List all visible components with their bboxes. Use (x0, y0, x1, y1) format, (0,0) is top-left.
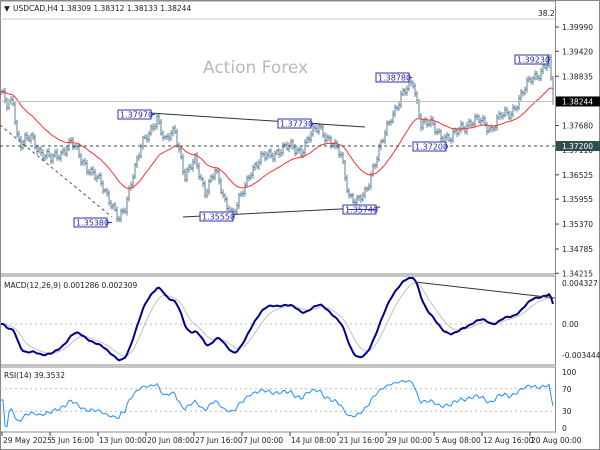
macd-title: MACD(12,26,9) 0.001286 0.002309 (4, 281, 138, 290)
ohlc-readout: 1.38309 1.38312 1.38133 1.38244 (60, 4, 191, 13)
rsi-tick-label: 70 (562, 385, 572, 394)
annotation-label: 1.37970 (120, 111, 153, 120)
price-annotation: 1.38780 (375, 72, 412, 83)
time-tick-label: 29 May 2025 (3, 436, 52, 445)
annotation-label: 1.37730 (280, 120, 313, 129)
time-tick-label: 5 Aug 08:00 (435, 436, 481, 445)
time-tick-label: 20 Jun 08:00 (147, 436, 195, 445)
chart-window: ▼ USDCAD,H4 1.38309 1.38312 1.38133 1.38… (0, 0, 600, 450)
time-tick-label: 21 Jul 16:00 (339, 436, 384, 445)
macd-tick-label: 0.00 (562, 320, 579, 329)
price-tick-label: 1.35370 (562, 220, 593, 229)
price-tick-label: 1.39420 (562, 47, 593, 56)
price-tick-label: 1.35955 (562, 195, 593, 204)
rsi-tick-label: 30 (562, 407, 572, 416)
price-annotation: 1.35380 (73, 217, 112, 228)
time-tick-label: 12 Aug 16:00 (483, 436, 534, 445)
macd-tick-label: 0.004327 (562, 279, 598, 288)
time-tick-label: 5 Jun 16:00 (51, 436, 94, 445)
current-price-label: 1.38244 (562, 97, 593, 106)
price-annotation: 1.37970 (117, 109, 155, 120)
time-tick-label: 13 Jun 00:00 (99, 436, 147, 445)
time-tick-label: 14 Jul 08:00 (291, 436, 336, 445)
watermark-logo: Action Forex (203, 58, 308, 78)
price-tick-label: 1.39990 (562, 23, 593, 32)
time-tick-label: 20 Aug 00:00 (531, 436, 582, 445)
header-arrow-icon[interactable]: ▼ (4, 4, 10, 13)
price-annotation: 1.39230 (514, 54, 550, 65)
support-price-label: 1.37200 (562, 142, 593, 151)
price-annotation: 1.35550 (199, 211, 235, 222)
macd-tick-label: -0.003444 (562, 351, 600, 360)
rsi-tick-label: 100 (562, 368, 577, 377)
symbol-label: USDCAD,H4 (13, 4, 58, 13)
chart-canvas[interactable]: ▼ USDCAD,H4 1.38309 1.38312 1.38133 1.38… (0, 0, 600, 450)
annotation-label: 1.39230 (517, 56, 550, 65)
annotation-label: 1.37200 (415, 143, 448, 152)
time-tick-label: 29 Jul 00:00 (387, 436, 432, 445)
price-tick-label: 1.36525 (562, 171, 593, 180)
price-tick-label: 1.34785 (562, 245, 593, 254)
annotation-label: 1.35740 (345, 206, 378, 215)
rsi-title: RSI(14) 39.3532 (4, 371, 65, 380)
price-annotation: 1.37200 (412, 141, 448, 152)
time-tick-label: 27 Jun 16:00 (195, 436, 243, 445)
rsi-tick-label: 0 (562, 424, 567, 433)
annotation-label: 1.35550 (202, 213, 235, 222)
time-tick-label: 7 Jul 00:00 (243, 436, 283, 445)
price-annotation: 1.35740 (342, 204, 378, 215)
price-tick-label: 1.38835 (562, 72, 593, 81)
price-tick-label: 1.34215 (562, 269, 593, 278)
annotation-label: 1.35380 (76, 219, 109, 228)
price-annotation: 1.37730 (277, 118, 318, 129)
annotation-label: 1.38780 (378, 74, 411, 83)
fib-label: 38.2 (538, 9, 555, 18)
price-tick-label: 1.37680 (562, 122, 593, 131)
